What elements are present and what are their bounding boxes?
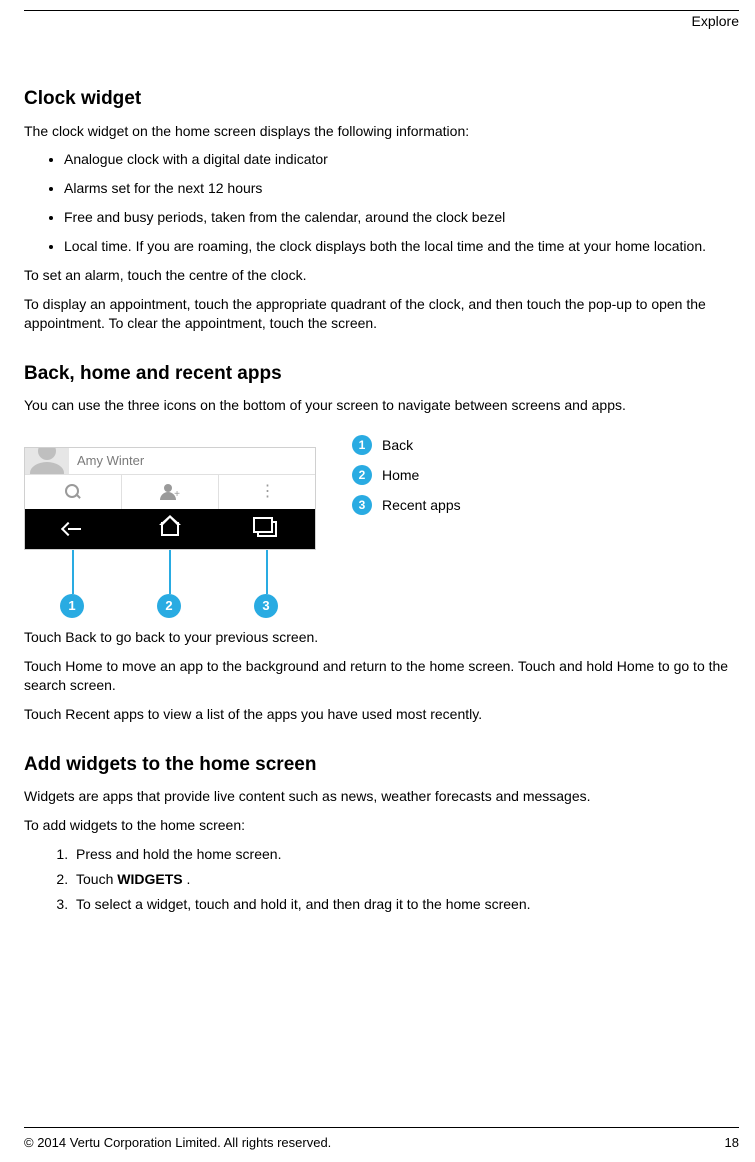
phone-mock-column: Amy Winter + ⋮ (24, 429, 324, 618)
recent-apps-icon (218, 509, 315, 549)
back-icon (25, 509, 122, 549)
widgets-keyword: WIDGETS (117, 871, 186, 887)
clock-bullet: Free and busy periods, taken from the ca… (64, 208, 739, 227)
legend-badge: 1 (352, 435, 372, 455)
add-widgets-intro: Widgets are apps that provide live conte… (24, 787, 739, 806)
heading-back-home: Back, home and recent apps (24, 361, 739, 387)
add-contact-icon: + (122, 475, 219, 509)
clock-bullet-list: Analogue clock with a digital date indic… (24, 150, 739, 256)
heading-add-widgets: Add widgets to the home screen (24, 752, 739, 778)
step-2-suffix: . (186, 871, 190, 887)
home-para: Touch Home to move an app to the backgro… (24, 657, 739, 695)
legend-item-recent: 3 Recent apps (352, 495, 461, 515)
header-section-label: Explore (24, 10, 739, 31)
legend-badge: 2 (352, 465, 372, 485)
back-para: Touch Back to go back to your previous s… (24, 628, 739, 647)
legend-item-back: 1 Back (352, 435, 461, 455)
nav-diagram: Amy Winter + ⋮ (24, 429, 739, 618)
callout-lines: 1 2 3 (24, 550, 316, 618)
search-icon (25, 475, 122, 509)
page-footer: © 2014 Vertu Corporation Limited. All ri… (24, 1127, 739, 1162)
document-page: Explore Clock widget The clock widget on… (0, 0, 755, 1162)
step-2-prefix: Touch (76, 871, 117, 887)
legend-column: 1 Back 2 Home 3 Recent apps (352, 429, 461, 618)
phone-mock: Amy Winter + ⋮ (24, 447, 316, 550)
step-1: Press and hold the home screen. (72, 845, 739, 864)
clock-appt-para: To display an appointment, touch the app… (24, 295, 739, 333)
footer-copyright: © 2014 Vertu Corporation Limited. All ri… (24, 1134, 331, 1152)
footer-page-number: 18 (725, 1134, 739, 1152)
legend-label: Recent apps (382, 496, 461, 515)
legend-badge: 3 (352, 495, 372, 515)
add-widgets-lead: To add widgets to the home screen: (24, 816, 739, 835)
legend-item-home: 2 Home (352, 465, 461, 485)
heading-clock-widget: Clock widget (24, 86, 739, 112)
clock-bullet: Local time. If you are roaming, the cloc… (64, 237, 739, 256)
callout-badge-2: 2 (157, 594, 181, 618)
clock-bullet: Alarms set for the next 12 hours (64, 179, 739, 198)
avatar-icon (25, 448, 69, 474)
page-content: Clock widget The clock widget on the hom… (24, 31, 739, 1108)
contact-row: Amy Winter (25, 448, 315, 475)
overflow-menu-icon: ⋮ (219, 475, 315, 509)
home-icon (122, 509, 219, 549)
back-home-intro: You can use the three icons on the botto… (24, 396, 739, 415)
legend-label: Back (382, 436, 413, 455)
step-3: To select a widget, touch and hold it, a… (72, 895, 739, 914)
callout-line-1 (72, 550, 74, 594)
callout-line-2 (169, 550, 171, 594)
toolbar-row: + ⋮ (25, 475, 315, 509)
contact-name-label: Amy Winter (69, 452, 315, 470)
callout-line-3 (266, 550, 268, 594)
add-widgets-steps: Press and hold the home screen. Touch WI… (24, 845, 739, 914)
clock-intro: The clock widget on the home screen disp… (24, 122, 739, 141)
clock-alarm-para: To set an alarm, touch the centre of the… (24, 266, 739, 285)
step-2: Touch WIDGETS . (72, 870, 739, 889)
callout-badge-1: 1 (60, 594, 84, 618)
legend-label: Home (382, 466, 419, 485)
nav-bar (25, 509, 315, 549)
recent-para: Touch Recent apps to view a list of the … (24, 705, 739, 724)
callout-badge-3: 3 (254, 594, 278, 618)
clock-bullet: Analogue clock with a digital date indic… (64, 150, 739, 169)
